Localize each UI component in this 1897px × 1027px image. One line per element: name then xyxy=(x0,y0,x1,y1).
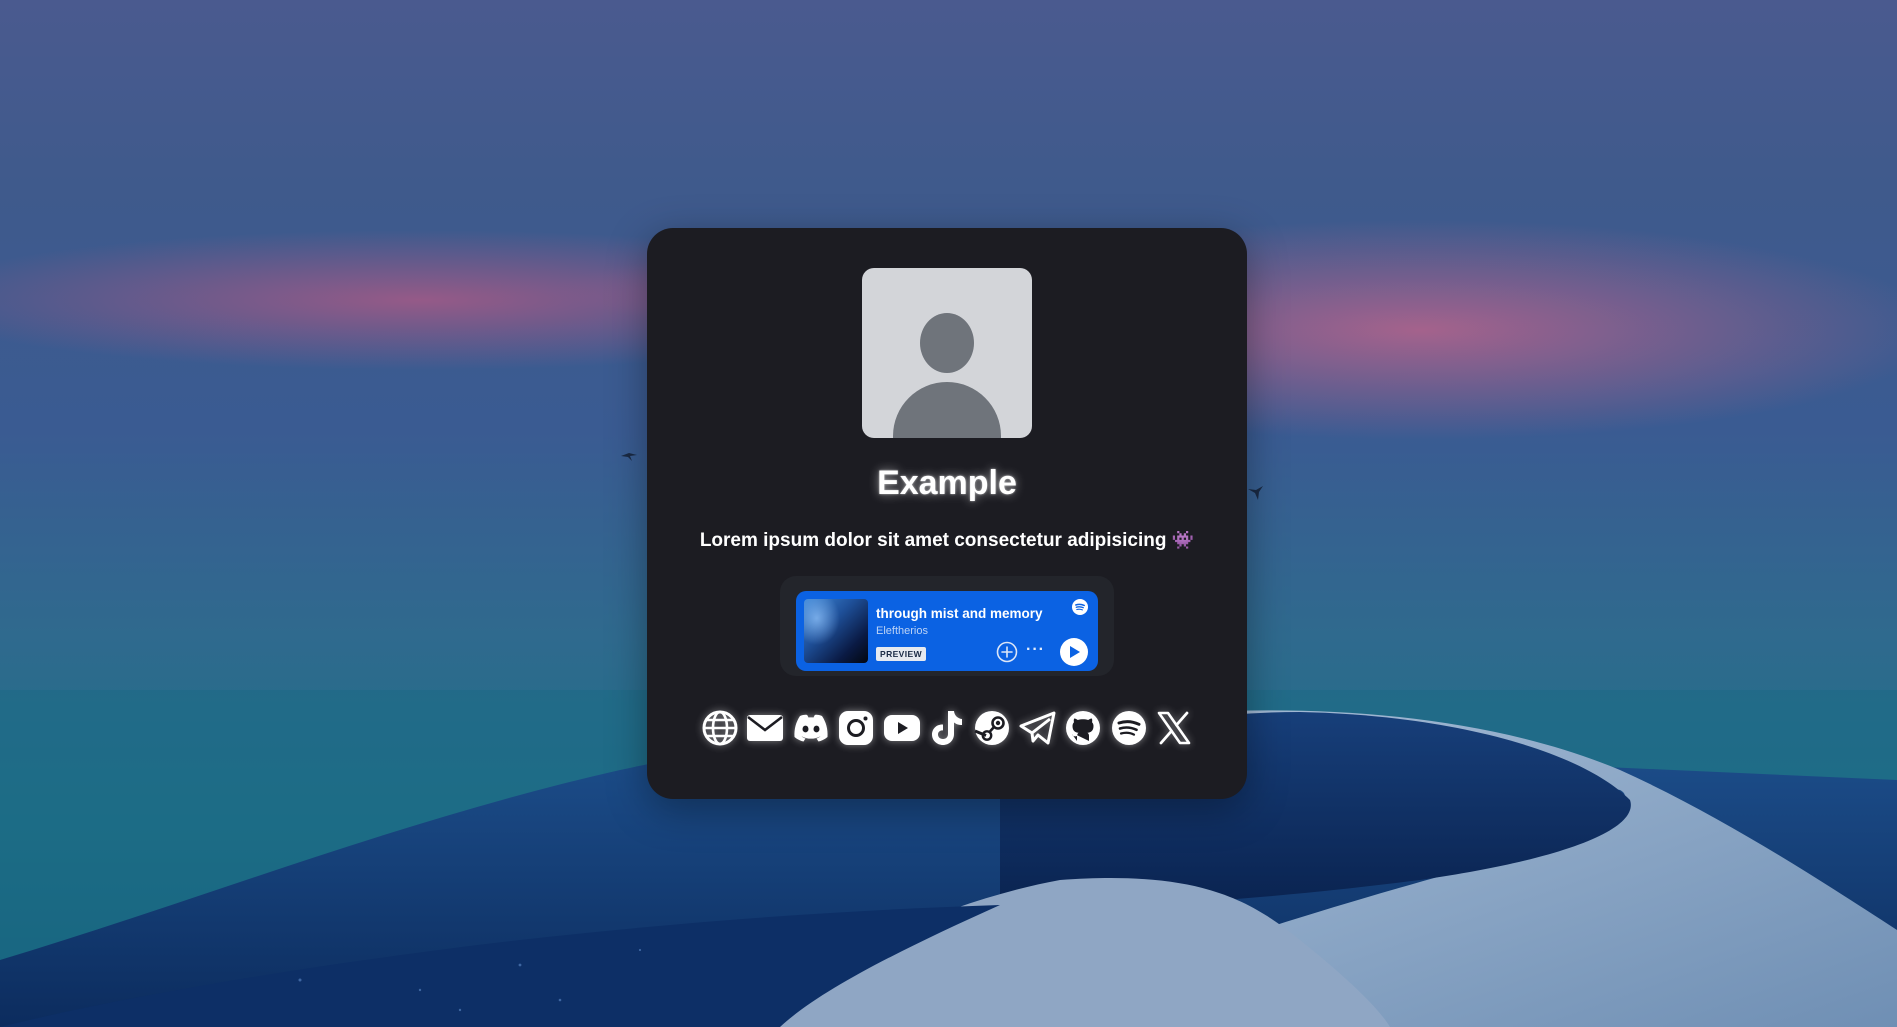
telegram-link[interactable] xyxy=(1019,709,1057,747)
add-to-library-icon[interactable] xyxy=(996,641,1018,663)
track-title[interactable]: through mist and memory xyxy=(876,606,1043,621)
telegram-icon xyxy=(1019,711,1056,745)
tiktok-icon xyxy=(931,711,962,745)
steam-icon xyxy=(974,711,1010,745)
email-link[interactable] xyxy=(746,709,784,747)
x-icon xyxy=(1157,711,1191,745)
more-options-icon[interactable]: ··· xyxy=(1026,641,1045,659)
profile-name: Example xyxy=(877,464,1017,502)
spotify-logo-icon[interactable] xyxy=(1072,599,1088,615)
globe-icon xyxy=(702,710,738,746)
avatar-body xyxy=(893,382,1001,438)
youtube-link[interactable] xyxy=(883,709,921,747)
profile-bio: Lorem ipsum dolor sit amet consectetur a… xyxy=(647,530,1247,552)
social-links xyxy=(701,708,1193,748)
preview-badge: PREVIEW xyxy=(876,647,927,661)
avatar-head xyxy=(920,313,974,373)
profile-bio-text: Lorem ipsum dolor sit amet consectetur a… xyxy=(699,530,1167,551)
track-artist[interactable]: Eleftherios xyxy=(876,625,928,637)
spotify-icon xyxy=(1111,711,1146,745)
mail-icon xyxy=(747,715,784,741)
spotify-player[interactable]: through mist and memory Eleftherios PREV… xyxy=(796,591,1098,671)
spotify-embed: through mist and memory Eleftherios PREV… xyxy=(780,576,1114,676)
youtube-icon xyxy=(883,715,920,741)
play-button[interactable] xyxy=(1060,638,1088,666)
bird-icon xyxy=(1248,486,1263,500)
steam-link[interactable] xyxy=(973,709,1011,747)
tiktok-link[interactable] xyxy=(928,709,966,747)
spotify-link[interactable] xyxy=(1110,709,1148,747)
play-icon xyxy=(1070,646,1080,658)
website-link[interactable] xyxy=(701,709,739,747)
discord-link[interactable] xyxy=(792,709,830,747)
album-cover[interactable] xyxy=(804,599,868,663)
alien-emoji-icon: 👾 xyxy=(1171,530,1195,550)
x-link[interactable] xyxy=(1155,709,1193,747)
github-icon xyxy=(1066,711,1101,745)
bird-icon xyxy=(621,453,637,461)
instagram-link[interactable] xyxy=(837,709,875,747)
profile-card: Example Lorem ipsum dolor sit amet conse… xyxy=(647,228,1247,799)
avatar xyxy=(862,268,1032,438)
instagram-icon xyxy=(839,711,874,745)
discord-icon xyxy=(794,714,828,742)
github-link[interactable] xyxy=(1064,709,1102,747)
